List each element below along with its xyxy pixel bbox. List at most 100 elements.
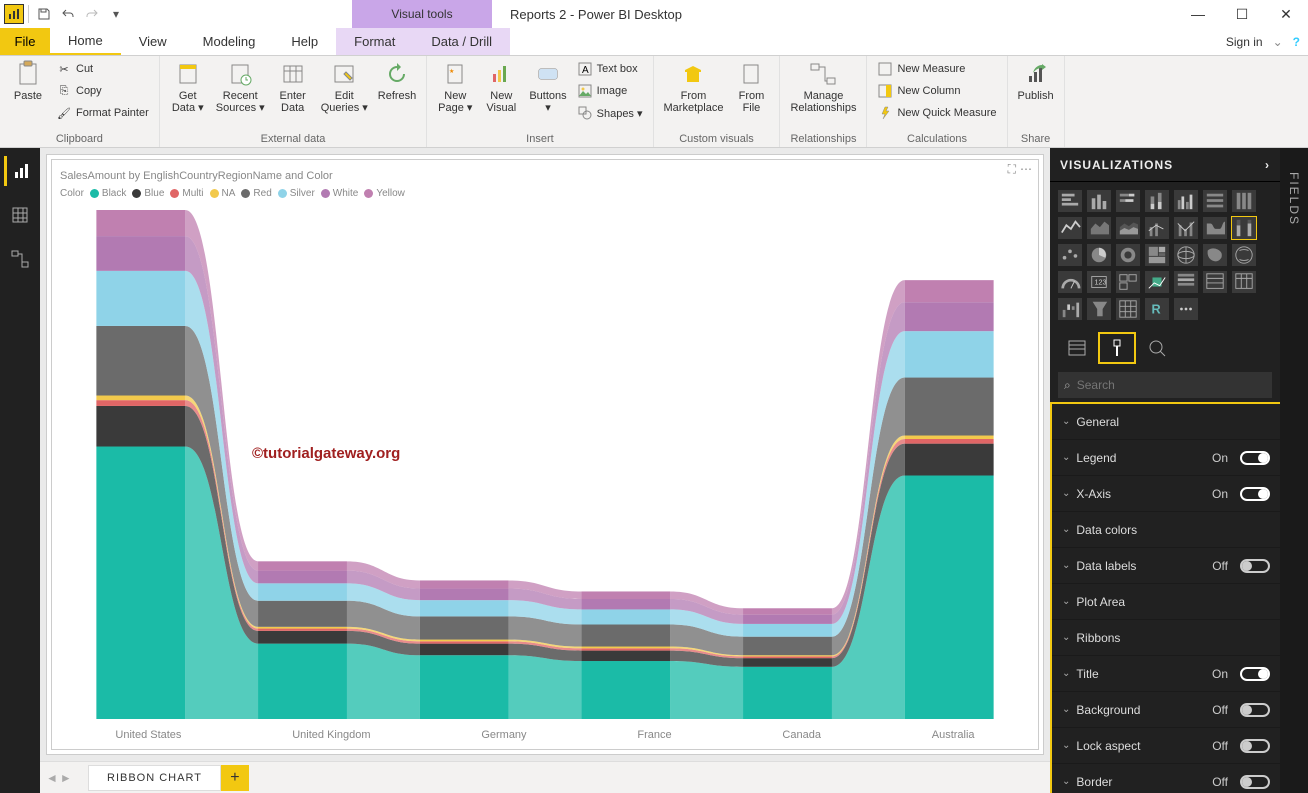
new-quick-measure-button[interactable]: New Quick Measure xyxy=(873,102,1000,124)
file-tab[interactable]: File xyxy=(0,28,50,55)
viz-type-icon[interactable] xyxy=(1145,244,1169,266)
format-painter-button[interactable]: 🖌Format Painter xyxy=(52,102,153,124)
format-prop-plot-area[interactable]: ⌄Plot Area xyxy=(1052,584,1280,620)
legend-item[interactable]: Multi xyxy=(170,188,203,199)
model-view-button[interactable] xyxy=(5,244,35,274)
new-visual-button[interactable]: New Visual xyxy=(479,58,523,116)
viz-type-icon[interactable] xyxy=(1116,298,1140,320)
image-button[interactable]: Image xyxy=(573,80,647,102)
fields-pane-collapsed[interactable]: FIELDS xyxy=(1280,148,1308,793)
viz-type-icon[interactable] xyxy=(1058,244,1082,266)
ribbon-tab-help[interactable]: Help xyxy=(273,28,336,55)
viz-type-icon[interactable] xyxy=(1058,298,1082,320)
search-input[interactable] xyxy=(1077,378,1266,392)
format-prop-data-labels[interactable]: ⌄Data labelsOff xyxy=(1052,548,1280,584)
viz-type-icon[interactable] xyxy=(1232,244,1256,266)
recent-sources-button[interactable]: Recent Sources ▾ xyxy=(212,58,269,116)
add-page-button[interactable]: + xyxy=(221,765,249,791)
minimize-button[interactable]: — xyxy=(1176,0,1220,28)
viz-type-icon[interactable] xyxy=(1203,244,1227,266)
viz-type-icon[interactable] xyxy=(1203,271,1227,293)
format-prop-background[interactable]: ⌄BackgroundOff xyxy=(1052,692,1280,728)
viz-type-icon[interactable] xyxy=(1116,217,1140,239)
page-tab[interactable]: RIBBON CHART xyxy=(88,765,221,791)
viz-type-icon[interactable] xyxy=(1145,271,1169,293)
viz-type-icon[interactable] xyxy=(1203,190,1227,212)
viz-type-icon[interactable] xyxy=(1232,271,1256,293)
new-measure-button[interactable]: New Measure xyxy=(873,58,1000,80)
cut-button[interactable]: ✂Cut xyxy=(52,58,153,80)
viz-type-icon[interactable] xyxy=(1174,190,1198,212)
format-prop-x-axis[interactable]: ⌄X-AxisOn xyxy=(1052,476,1280,512)
save-icon[interactable] xyxy=(33,3,55,25)
viz-type-icon[interactable] xyxy=(1174,217,1198,239)
more-options-icon[interactable]: ⋯ xyxy=(1020,162,1032,177)
report-view-button[interactable] xyxy=(4,156,34,186)
legend-item[interactable]: Red xyxy=(241,188,271,199)
legend-item[interactable]: NA xyxy=(210,188,236,199)
from-file-button[interactable]: From File xyxy=(729,58,773,116)
text-box-button[interactable]: AText box xyxy=(573,58,647,80)
format-prop-legend[interactable]: ⌄LegendOn xyxy=(1052,440,1280,476)
buttons-button[interactable]: Buttons ▾ xyxy=(525,58,570,116)
enter-data-button[interactable]: Enter Data xyxy=(271,58,315,116)
toggle-switch[interactable] xyxy=(1240,487,1270,501)
paste-button[interactable]: Paste xyxy=(6,58,50,104)
sign-in-link[interactable]: Sign in xyxy=(1226,35,1263,49)
viz-type-icon[interactable] xyxy=(1116,244,1140,266)
format-prop-data-colors[interactable]: ⌄Data colors xyxy=(1052,512,1280,548)
next-page-icon[interactable]: ► xyxy=(60,771,72,785)
format-prop-ribbons[interactable]: ⌄Ribbons xyxy=(1052,620,1280,656)
fields-tab-button[interactable] xyxy=(1060,334,1094,362)
viz-type-icon[interactable] xyxy=(1087,217,1111,239)
close-button[interactable]: ✕ xyxy=(1264,0,1308,28)
analytics-tab-button[interactable] xyxy=(1140,334,1174,362)
new-column-button[interactable]: New Column xyxy=(873,80,1000,102)
toggle-switch[interactable] xyxy=(1240,703,1270,717)
ribbon-chart-visual[interactable]: ⛶ ⋯ SalesAmount by EnglishCountryRegionN… xyxy=(51,159,1039,750)
viz-type-icon[interactable] xyxy=(1174,244,1198,266)
toggle-switch[interactable] xyxy=(1240,559,1270,573)
viz-type-icon[interactable] xyxy=(1058,217,1082,239)
toggle-switch[interactable] xyxy=(1240,667,1270,681)
toggle-switch[interactable] xyxy=(1240,451,1270,465)
redo-icon[interactable] xyxy=(81,3,103,25)
ribbon-tab-view[interactable]: View xyxy=(121,28,185,55)
report-canvas[interactable]: ⛶ ⋯ SalesAmount by EnglishCountryRegionN… xyxy=(46,154,1044,755)
refresh-button[interactable]: Refresh xyxy=(374,58,421,104)
viz-type-icon[interactable] xyxy=(1116,271,1140,293)
search-box[interactable]: ⌕ xyxy=(1058,372,1272,398)
viz-type-icon[interactable] xyxy=(1058,271,1082,293)
chevron-down-icon[interactable]: ⌄ xyxy=(1273,35,1283,49)
format-tab-button[interactable] xyxy=(1100,334,1134,362)
viz-type-icon[interactable]: 123 xyxy=(1087,271,1111,293)
focus-mode-icon[interactable]: ⛶ xyxy=(1008,162,1016,177)
viz-type-icon[interactable] xyxy=(1232,217,1256,239)
data-view-button[interactable] xyxy=(5,200,35,230)
viz-type-icon[interactable] xyxy=(1232,190,1256,212)
viz-type-icon[interactable] xyxy=(1087,244,1111,266)
viz-type-icon[interactable] xyxy=(1145,217,1169,239)
format-prop-general[interactable]: ⌄General xyxy=(1052,404,1280,440)
ribbon-tab-home[interactable]: Home xyxy=(50,28,121,55)
viz-type-icon[interactable] xyxy=(1174,298,1198,320)
toggle-switch[interactable] xyxy=(1240,775,1270,789)
toggle-switch[interactable] xyxy=(1240,739,1270,753)
maximize-button[interactable]: ☐ xyxy=(1220,0,1264,28)
viz-type-icon[interactable] xyxy=(1058,190,1082,212)
viz-type-icon[interactable]: R xyxy=(1145,298,1169,320)
legend-item[interactable]: White xyxy=(321,188,359,199)
viz-type-icon[interactable] xyxy=(1203,217,1227,239)
shapes-button[interactable]: Shapes ▾ xyxy=(573,102,647,124)
viz-type-icon[interactable] xyxy=(1145,190,1169,212)
viz-type-icon[interactable] xyxy=(1116,190,1140,212)
copy-button[interactable]: ⎘Copy xyxy=(52,80,153,102)
manage-relationships-button[interactable]: Manage Relationships xyxy=(786,58,860,116)
viz-type-icon[interactable] xyxy=(1174,271,1198,293)
undo-icon[interactable] xyxy=(57,3,79,25)
edit-queries-button[interactable]: Edit Queries ▾ xyxy=(317,58,372,116)
new-page-button[interactable]: ★New Page ▾ xyxy=(433,58,477,116)
help-icon[interactable]: ? xyxy=(1293,35,1300,49)
qat-dropdown-icon[interactable]: ▾ xyxy=(105,3,127,25)
legend-item[interactable]: Blue xyxy=(132,188,164,199)
